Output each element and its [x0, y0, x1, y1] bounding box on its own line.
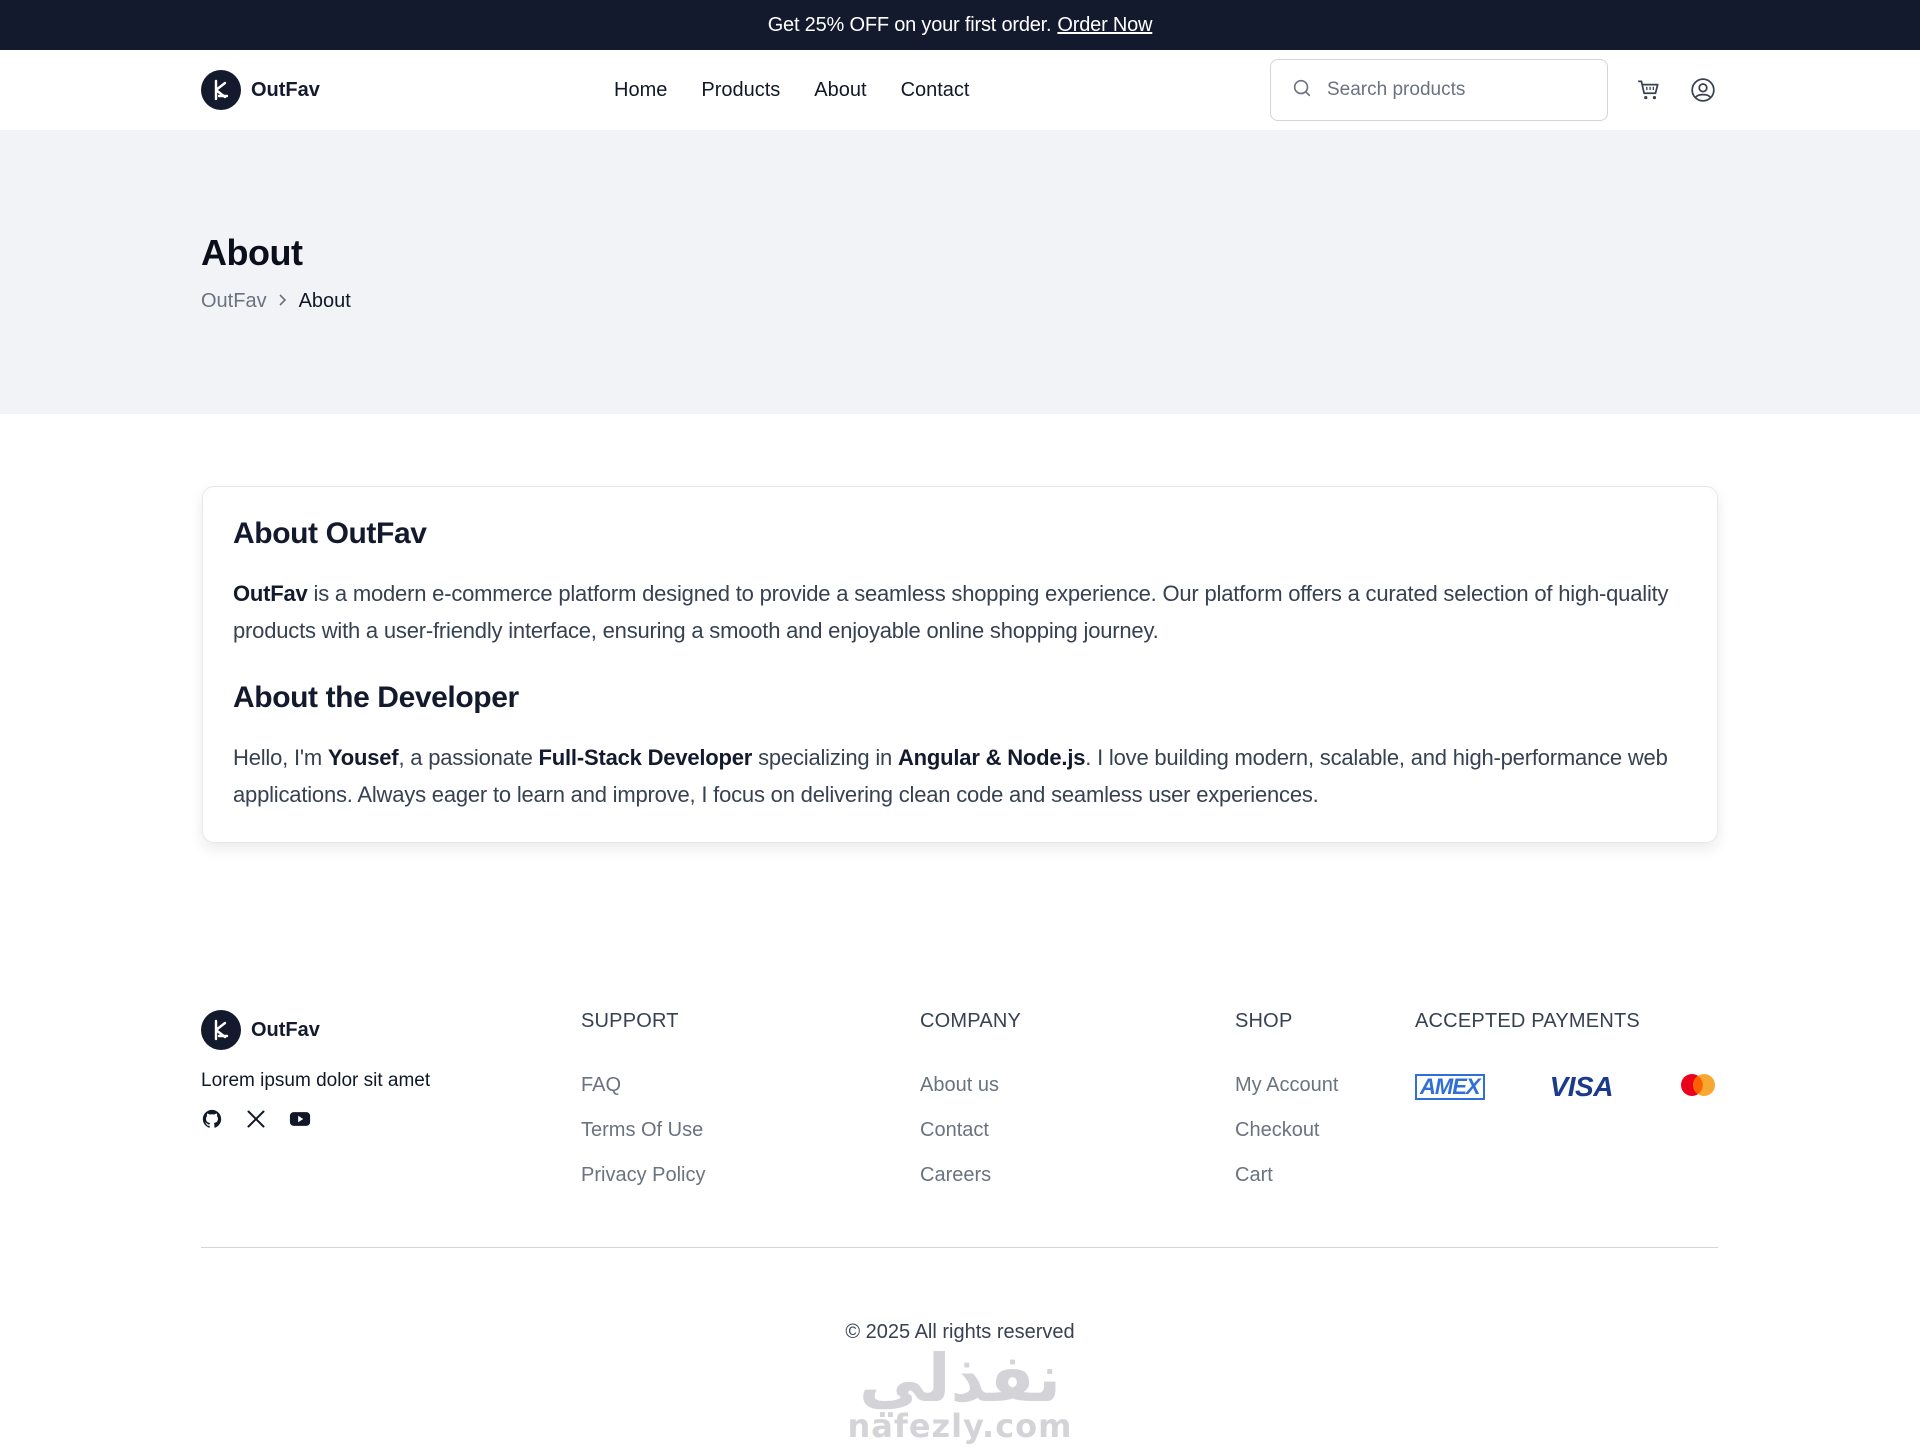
site-header: OutFav Home Products About Contact [0, 50, 1920, 130]
developer-text-b: , a passionate [398, 745, 539, 770]
about-heading: About OutFav [233, 517, 427, 550]
breadcrumb: OutFav About [201, 290, 1719, 313]
order-now-link[interactable]: Order Now [1057, 14, 1152, 37]
main-nav: Home Products About Contact [614, 79, 970, 102]
user-icon[interactable] [1690, 77, 1716, 103]
cart-icon[interactable] [1636, 77, 1662, 103]
developer-name: Yousef [327, 745, 399, 770]
about-text: is a modern e-commerce platform designed… [233, 581, 1669, 643]
footer-payments-column: ACCEPTED PAYMENTS AMEX VISA [1415, 1010, 1718, 1103]
footer-link-my-account[interactable]: My Account [1235, 1074, 1338, 1097]
footer-brand-name: OutFav [251, 1018, 320, 1041]
footer-link-privacy[interactable]: Privacy Policy [581, 1164, 705, 1187]
social-links [201, 1108, 430, 1130]
search-input[interactable] [1327, 79, 1577, 101]
header-logo[interactable]: OutFav [201, 70, 320, 110]
announcement-text: Get 25% OFF on your first order. [767, 13, 1052, 36]
page-hero: About OutFav About [0, 130, 1920, 414]
about-brand-strong: OutFav [233, 581, 308, 606]
breadcrumb-home[interactable]: OutFav [201, 290, 267, 313]
support-heading: SUPPORT [581, 1010, 679, 1032]
visa-icon: VISA [1549, 1071, 1614, 1102]
footer-link-faq[interactable]: FAQ [581, 1074, 705, 1097]
brand-name: OutFav [251, 78, 320, 101]
footer-shop-column: SHOP My Account Checkout Cart [1235, 1010, 1338, 1187]
nav-about[interactable]: About [814, 79, 866, 102]
developer-heading: About the Developer [233, 681, 519, 714]
watermark-arabic: نفذلي [859, 1340, 1061, 1417]
github-icon[interactable] [201, 1108, 223, 1130]
footer-logo[interactable]: OutFav [201, 1010, 430, 1050]
watermark: نفذلي nafezly.com [0, 1340, 1920, 1445]
nav-contact[interactable]: Contact [901, 79, 970, 102]
footer-link-checkout[interactable]: Checkout [1235, 1119, 1338, 1142]
logo-icon [201, 70, 241, 110]
developer-role: Full-Stack Developer [538, 745, 753, 770]
nav-home[interactable]: Home [614, 79, 667, 102]
developer-stack: Angular & Node.js [897, 745, 1086, 770]
footer-brand-column: OutFav Lorem ipsum dolor sit amet [201, 1010, 430, 1130]
footer-link-careers[interactable]: Careers [920, 1164, 1021, 1187]
developer-paragraph: Hello, I'm Yousef, a passionate Full-Sta… [233, 739, 1687, 813]
mastercard-icon [1678, 1072, 1718, 1103]
footer-company-column: COMPANY About us Contact Careers [920, 1010, 1021, 1187]
footer-tagline: Lorem ipsum dolor sit amet [201, 1070, 431, 1091]
payment-methods: AMEX VISA [1415, 1071, 1718, 1103]
breadcrumb-current: About [298, 290, 351, 312]
chevron-right-icon [277, 290, 289, 313]
payments-heading: ACCEPTED PAYMENTS [1415, 1010, 1640, 1032]
footer-link-about-us[interactable]: About us [920, 1074, 1021, 1097]
about-paragraph: OutFav is a modern e-commerce platform d… [233, 575, 1687, 649]
logo-icon [201, 1010, 241, 1050]
x-icon[interactable] [245, 1108, 267, 1130]
footer-link-contact[interactable]: Contact [920, 1119, 1021, 1142]
company-heading: COMPANY [920, 1010, 1022, 1032]
developer-text-a: Hello, I'm [233, 745, 328, 770]
search-box [1270, 59, 1608, 121]
about-card: About OutFav OutFav is a modern e-commer… [202, 486, 1718, 843]
search-icon [1291, 77, 1313, 104]
amex-icon: AMEX [1415, 1074, 1485, 1100]
shop-heading: SHOP [1235, 1010, 1293, 1032]
footer-support-column: SUPPORT FAQ Terms Of Use Privacy Policy [581, 1010, 705, 1187]
youtube-icon[interactable] [289, 1108, 311, 1130]
footer-link-terms[interactable]: Terms Of Use [581, 1119, 705, 1142]
footer-link-cart[interactable]: Cart [1235, 1164, 1338, 1187]
nav-products[interactable]: Products [701, 79, 780, 102]
announcement-bar: Get 25% OFF on your first order. Order N… [0, 0, 1920, 50]
watermark-latin: nafezly.com [847, 1407, 1073, 1445]
footer-divider [201, 1247, 1718, 1248]
page-title: About [201, 232, 303, 273]
developer-text-c: specializing in [752, 745, 898, 770]
